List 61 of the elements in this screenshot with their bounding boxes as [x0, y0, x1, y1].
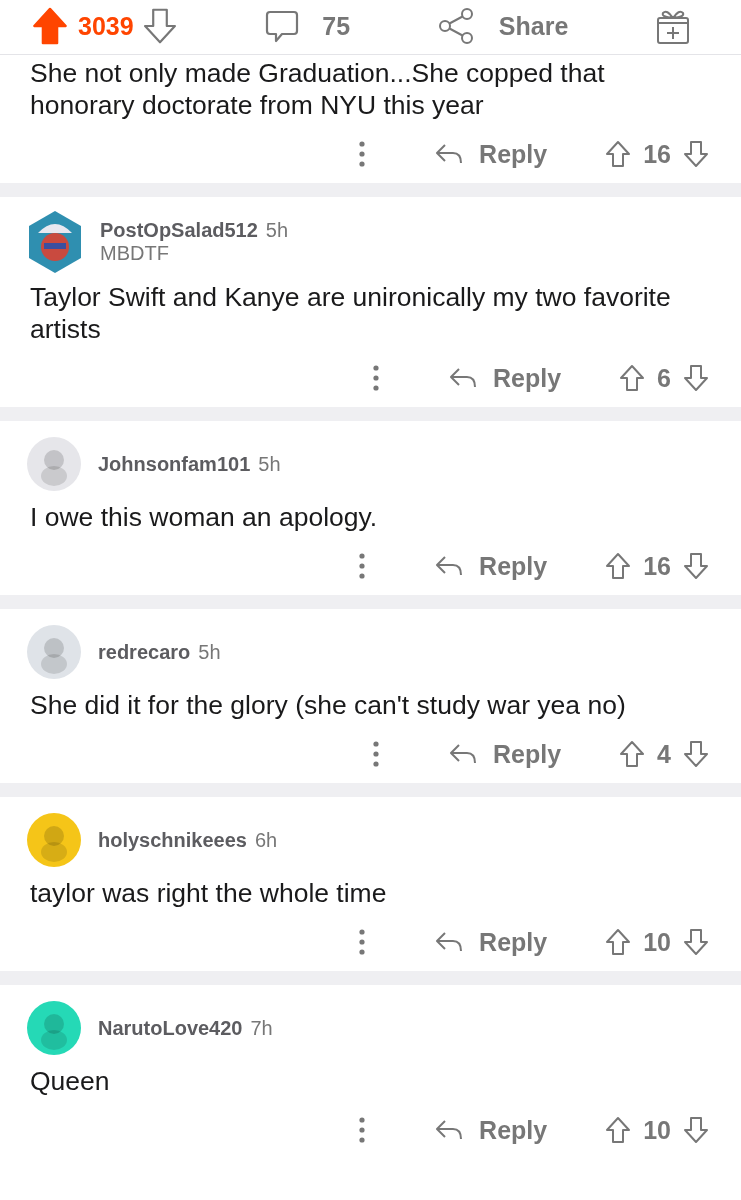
username[interactable]: holyschnikeees — [98, 828, 247, 852]
username[interactable]: redrecaro — [98, 640, 191, 664]
upvote-icon[interactable] — [605, 140, 632, 168]
downvote-icon[interactable] — [141, 7, 178, 45]
downvote-icon[interactable] — [683, 740, 709, 768]
more-icon[interactable] — [373, 741, 379, 767]
reply-button[interactable]: Reply — [435, 927, 548, 957]
comment-text: taylor was right the whole time — [30, 877, 388, 909]
more-icon[interactable] — [359, 141, 366, 167]
vote-count: 10 — [643, 1115, 671, 1145]
upvote-icon[interactable] — [619, 740, 646, 768]
comment-age: 5h — [198, 640, 221, 664]
vote-count: 16 — [643, 551, 671, 581]
reply-icon — [449, 367, 477, 389]
more-icon[interactable] — [359, 553, 366, 579]
comment-text: Queen — [30, 1065, 111, 1097]
upvote-icon[interactable] — [605, 552, 632, 580]
downvote-icon[interactable] — [683, 140, 709, 168]
reply-icon — [435, 1119, 464, 1141]
user-flair: MBDTF — [100, 242, 170, 265]
reply-icon — [435, 555, 464, 577]
username[interactable]: NarutoLove420 — [98, 1016, 243, 1040]
comment-age: 7h — [250, 1016, 273, 1040]
reply-icon — [435, 931, 464, 953]
reply-button[interactable]: Reply — [449, 363, 562, 393]
more-icon[interactable] — [359, 929, 366, 955]
username[interactable]: Johnsonfam101 — [98, 452, 251, 476]
avatar[interactable] — [26, 209, 84, 275]
more-icon[interactable] — [359, 1117, 366, 1143]
vote-count: 16 — [643, 139, 671, 169]
vote-count: 10 — [643, 927, 671, 957]
post-score: 3039 — [78, 11, 134, 41]
comment-text: I owe this woman an apology. — [30, 501, 379, 533]
share-button[interactable]: Share — [436, 8, 569, 44]
comments-button[interactable]: 75 — [264, 8, 351, 44]
comment-age: 5h — [258, 452, 281, 476]
reply-icon — [435, 143, 464, 165]
downvote-icon[interactable] — [683, 928, 709, 956]
comment-icon — [264, 8, 301, 44]
more-icon[interactable] — [373, 365, 379, 391]
downvote-icon[interactable] — [683, 552, 709, 580]
comment-text: honorary doctorate from NYU this year — [30, 89, 485, 121]
downvote-icon[interactable] — [683, 1116, 709, 1144]
comment-text: Taylor Swift and Kanye are unironically my two favorite artists — [30, 281, 672, 345]
reply-button[interactable]: Reply — [435, 139, 548, 169]
reply-button[interactable]: Reply — [435, 1115, 548, 1145]
reply-button[interactable]: Reply — [449, 739, 562, 769]
username[interactable]: PostOpSalad512 — [100, 219, 258, 242]
comment-age: 5h — [265, 219, 289, 242]
upvote-icon[interactable] — [605, 1116, 632, 1144]
downvote-icon[interactable] — [683, 364, 709, 392]
reply-icon — [449, 743, 477, 765]
vote-count: 4 — [657, 739, 671, 769]
comment-text: She did it for the glory (she can't study war yea no) — [30, 689, 627, 721]
vote-count: 6 — [657, 363, 671, 393]
reply-button[interactable]: Reply — [435, 551, 548, 581]
upvote-icon[interactable] — [30, 6, 70, 46]
comment-age: 6h — [254, 828, 278, 852]
upvote-icon[interactable] — [619, 364, 646, 392]
comment-text: She not only made Graduation...She copped that — [30, 57, 606, 89]
upvote-icon[interactable] — [605, 928, 632, 956]
